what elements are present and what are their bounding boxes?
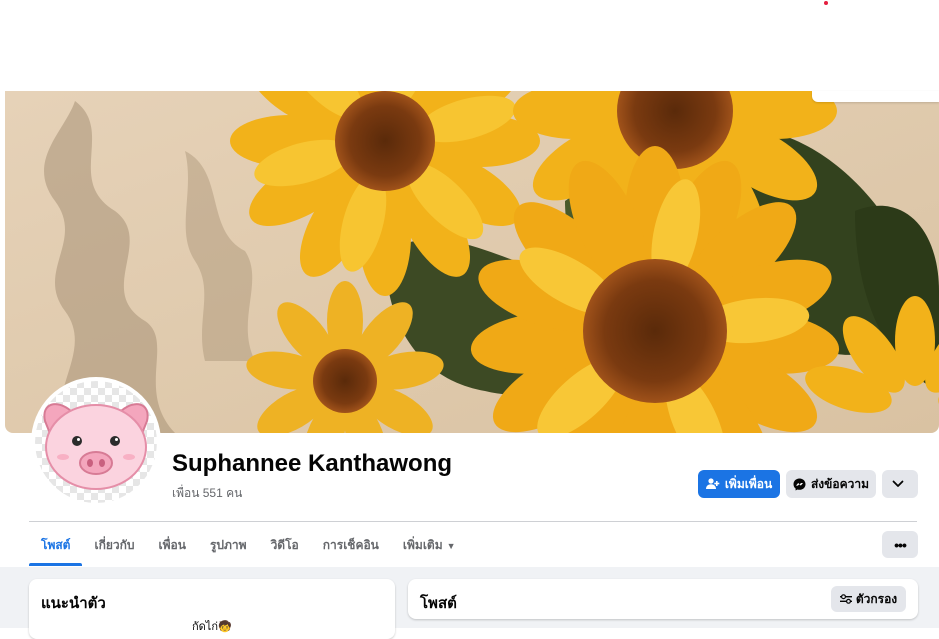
intro-card: แนะนำตัว กัดไก่🧒 (29, 579, 395, 639)
caret-down-icon: ▼ (446, 541, 456, 551)
tab-label: รูปภาพ (209, 538, 247, 552)
intro-bio: กัดไก่🧒 (192, 621, 232, 633)
chevron-down-icon (892, 480, 903, 487)
add-friend-label: เพิ่มเพื่อน (724, 476, 773, 491)
filter-label: ตัวกรอง (855, 591, 898, 606)
tab-posts[interactable]: โพสต์ (29, 530, 83, 566)
tab-photos[interactable]: รูปภาพ (198, 530, 259, 566)
more-options-button[interactable] (882, 470, 918, 498)
cover-photo[interactable] (5, 91, 939, 433)
pig-face-icon (35, 381, 157, 503)
tab-checkins[interactable]: การเช็คอิน (311, 530, 391, 566)
avatar[interactable] (31, 377, 161, 507)
profile-tabs: โพสต์ เกี่ยวกับ เพื่อน รูปภาพ วิดีโอ การ… (29, 530, 468, 566)
notification-dot (824, 1, 828, 5)
filter-button[interactable]: ตัวกรอง (831, 586, 906, 612)
friends-count[interactable]: เพื่อน 551 คน (172, 484, 242, 503)
intro-title: แนะนำตัว (41, 595, 106, 612)
add-friend-button[interactable]: เพิ่มเพื่อน (698, 470, 780, 498)
tab-friends[interactable]: เพื่อน (147, 530, 198, 566)
person-add-icon (705, 478, 720, 489)
tab-label: โพสต์ (41, 538, 71, 552)
tabs-overflow-button[interactable]: ••• (882, 531, 918, 558)
tab-about[interactable]: เกี่ยวกับ (82, 530, 146, 566)
top-navigation-bar (0, 0, 939, 91)
sliders-icon (839, 594, 852, 604)
posts-card: โพสต์ ตัวกรอง (408, 579, 918, 619)
tab-label: เกี่ยวกับ (94, 538, 135, 552)
tab-label: วิดีโอ (270, 538, 299, 552)
tab-videos[interactable]: วิดีโอ (259, 530, 311, 566)
tab-more[interactable]: เพิ่มเติม ▼ (391, 530, 468, 566)
messenger-icon (793, 478, 806, 490)
message-button[interactable]: ส่งข้อความ (786, 470, 876, 498)
tab-label: การเช็คอิน (322, 538, 379, 552)
profile-divider (29, 521, 917, 522)
tab-label: เพื่อน (158, 538, 186, 552)
profile-name: Suphannee Kanthawong (172, 450, 453, 477)
posts-title: โพสต์ (420, 595, 457, 612)
message-label: ส่งข้อความ (810, 476, 869, 491)
cover-edit-tab (812, 91, 939, 102)
tab-label: เพิ่มเติม (402, 538, 443, 552)
